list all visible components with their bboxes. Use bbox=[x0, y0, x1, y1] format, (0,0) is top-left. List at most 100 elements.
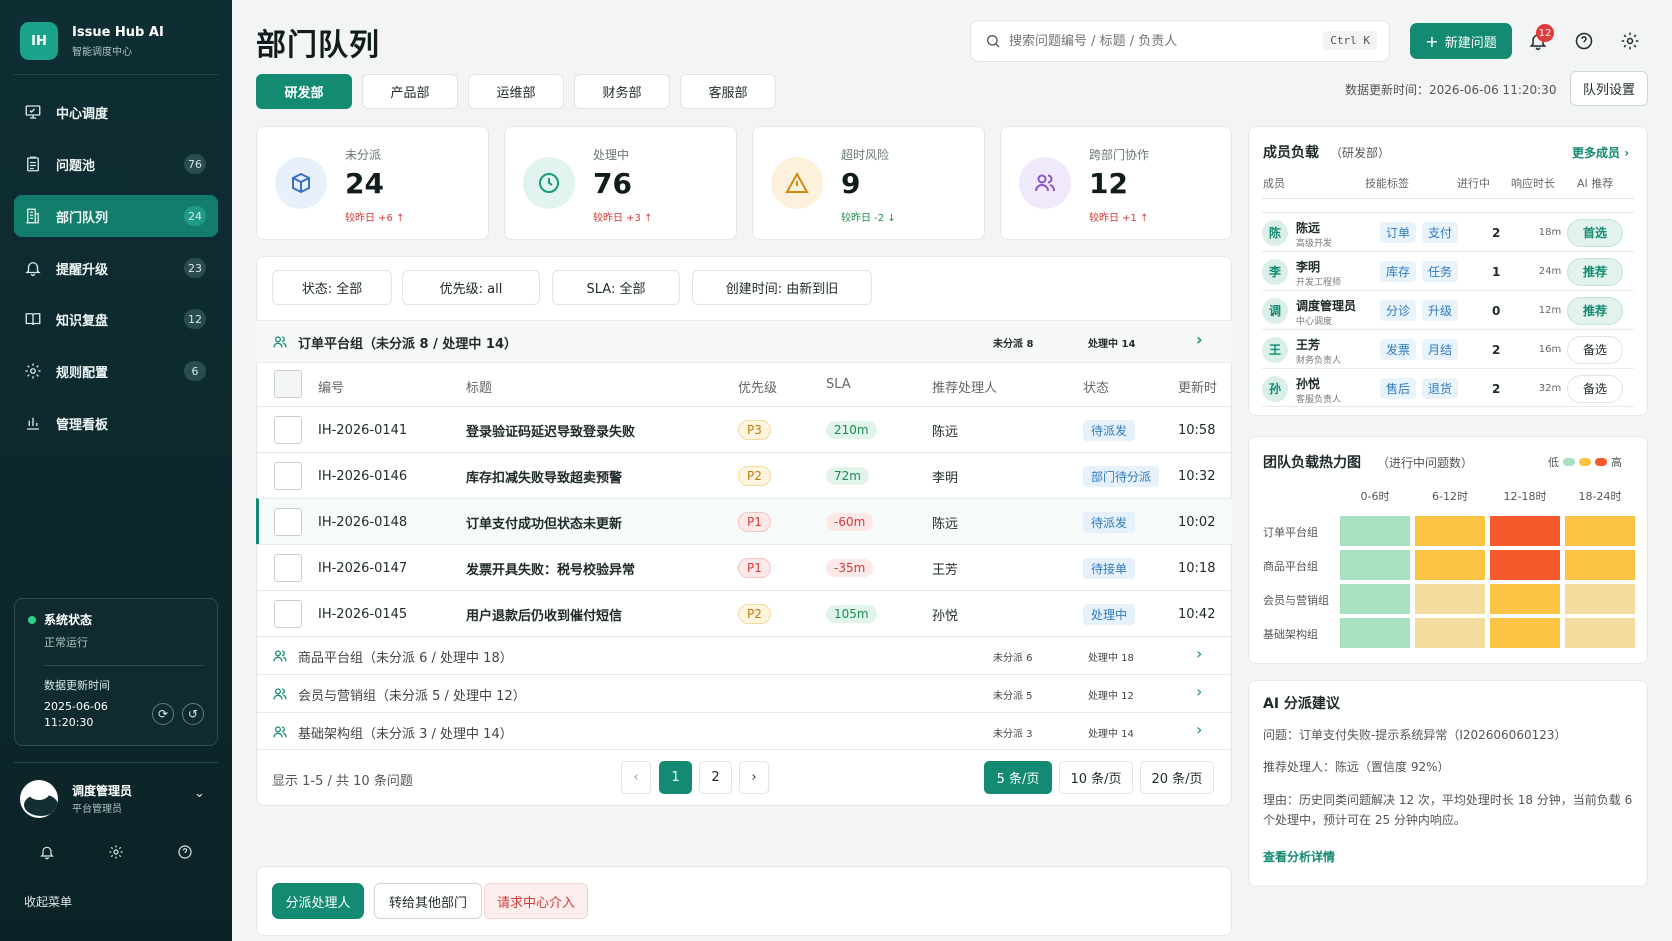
table-row[interactable]: IH-2026-0146 库存扣减失败导致超卖预警 P2 72m 李明 部门待分… bbox=[256, 452, 1232, 498]
refresh-icon[interactable]: ⟳ bbox=[152, 703, 174, 725]
issue-title[interactable]: 订单支付成功但状态未更新 bbox=[466, 499, 622, 545]
chevron-right-icon[interactable]: › bbox=[1196, 720, 1202, 739]
table-row-selected[interactable]: IH-2026-0148 订单支付成功但状态未更新 P1 -60m 陈远 待派发… bbox=[256, 498, 1232, 544]
heatmap-cell[interactable] bbox=[1340, 618, 1410, 648]
issue-title[interactable]: 库存扣减失败导致超卖预警 bbox=[466, 453, 622, 499]
chevron-right-icon[interactable]: › bbox=[1196, 682, 1202, 701]
settings-gear-icon[interactable] bbox=[1616, 27, 1644, 55]
heatmap-cell[interactable] bbox=[1415, 618, 1485, 648]
ai-recommend-button[interactable]: 备选 bbox=[1567, 374, 1623, 403]
group-header-infra[interactable]: 基础架构组（未分派 3 / 处理中 14） 未分派 3 处理中 14 › bbox=[256, 712, 1232, 750]
member-row[interactable]: 陈 陈远 高级开发 订单 支付 2 18m 首选 bbox=[1262, 212, 1634, 251]
page-button-active[interactable]: 1 bbox=[659, 761, 692, 794]
sidebar-item-center-dispatch[interactable]: 中心调度 bbox=[14, 91, 218, 133]
gear-icon[interactable] bbox=[102, 838, 130, 866]
brand-logo[interactable]: IH bbox=[20, 22, 58, 60]
sidebar-item-dept-queue[interactable]: 部门队列 24 bbox=[14, 195, 218, 237]
page-button[interactable]: 2 bbox=[699, 761, 732, 794]
issue-title[interactable]: 发票开具失败：税号校验异常 bbox=[466, 545, 635, 591]
ai-recommend-button[interactable]: 备选 bbox=[1567, 335, 1623, 364]
heatmap-cell[interactable] bbox=[1340, 550, 1410, 580]
filter-sla[interactable]: SLA: 全部 bbox=[552, 270, 680, 305]
column-header[interactable]: 状态 bbox=[1083, 377, 1109, 396]
bell-icon[interactable] bbox=[33, 838, 61, 866]
next-page-button[interactable]: › bbox=[739, 761, 769, 794]
issue-title[interactable]: 用户退款后仍收到催付短信 bbox=[466, 591, 622, 637]
row-checkbox[interactable] bbox=[274, 600, 302, 628]
heatmap-cell[interactable] bbox=[1415, 550, 1485, 580]
column-header[interactable]: 推荐处理人 bbox=[932, 377, 997, 396]
group-header-order-platform[interactable]: 订单平台组（未分派 8 / 处理中 14） 未分派 8 处理中 14 › bbox=[256, 320, 1232, 362]
stat-card-in-progress[interactable]: 处理中 76 较昨日 +3 ↑ bbox=[504, 126, 737, 240]
page-size-5[interactable]: 5 条/页 bbox=[984, 761, 1052, 794]
heatmap-cell[interactable] bbox=[1565, 550, 1635, 580]
sidebar-item-dashboard[interactable]: 管理看板 bbox=[14, 402, 218, 444]
stat-card-cross-dept[interactable]: 跨部门协作 12 较昨日 +1 ↑ bbox=[1000, 126, 1232, 240]
new-issue-button[interactable]: + 新建问题 bbox=[1410, 23, 1512, 59]
row-checkbox[interactable] bbox=[274, 416, 302, 444]
page-size-10[interactable]: 10 条/页 bbox=[1059, 761, 1133, 794]
prev-page-button[interactable]: ‹ bbox=[621, 761, 651, 794]
sidebar-item-rules[interactable]: 规则配置 6 bbox=[14, 350, 218, 392]
queue-settings-button[interactable]: 队列设置 bbox=[1570, 71, 1648, 106]
heatmap-cell[interactable] bbox=[1490, 618, 1560, 648]
table-row[interactable]: IH-2026-0147 发票开具失败：税号校验异常 P1 -35m 王芳 待接… bbox=[256, 544, 1232, 590]
heatmap-cell[interactable] bbox=[1565, 584, 1635, 614]
filter-priority[interactable]: 优先级: all bbox=[402, 270, 540, 305]
sidebar-item-issue-pool[interactable]: 问题池 76 bbox=[14, 143, 218, 185]
ai-recommend-button[interactable]: 推荐 bbox=[1567, 296, 1623, 325]
table-row[interactable]: IH-2026-0141 登录验证码延迟导致登录失败 P3 210m 陈远 待派… bbox=[256, 406, 1232, 452]
more-members-link[interactable]: 更多成员 › bbox=[1572, 144, 1629, 161]
view-analysis-link[interactable]: 查看分析详情 bbox=[1263, 848, 1335, 865]
search-input[interactable] bbox=[1009, 33, 1309, 49]
heatmap-cell[interactable] bbox=[1415, 584, 1485, 614]
heatmap-cell[interactable] bbox=[1490, 516, 1560, 546]
collapse-menu-button[interactable]: 收起菜单 bbox=[24, 893, 72, 910]
tab-rd[interactable]: 研发部 bbox=[256, 74, 352, 109]
assign-handler-button[interactable]: 分派处理人 bbox=[272, 883, 364, 919]
heatmap-cell[interactable] bbox=[1340, 516, 1410, 546]
help-icon[interactable] bbox=[1570, 27, 1598, 55]
select-all-checkbox[interactable] bbox=[274, 370, 302, 398]
ai-recommend-button[interactable]: 推荐 bbox=[1567, 257, 1623, 286]
row-checkbox[interactable] bbox=[274, 554, 302, 582]
stat-card-overdue-risk[interactable]: 超时风险 9 较昨日 -2 ↓ bbox=[752, 126, 985, 240]
column-header[interactable]: SLA bbox=[826, 377, 851, 392]
member-row[interactable]: 王 王芳 财务负责人 发票 月结 2 16m 备选 bbox=[1262, 329, 1634, 368]
row-checkbox[interactable] bbox=[274, 508, 302, 536]
stat-card-unassigned[interactable]: 未分派 24 较昨日 +6 ↑ bbox=[256, 126, 489, 240]
heatmap-cell[interactable] bbox=[1340, 584, 1410, 614]
help-icon[interactable] bbox=[171, 838, 199, 866]
column-header[interactable]: 优先级 bbox=[738, 377, 777, 396]
request-center-button[interactable]: 请求中心介入 bbox=[484, 883, 588, 919]
heatmap-cell[interactable] bbox=[1415, 516, 1485, 546]
history-icon[interactable]: ↺ bbox=[182, 703, 204, 725]
member-row[interactable]: 调 调度管理员 中心调度 分诊 升级 0 12m 推荐 bbox=[1262, 290, 1634, 329]
tab-finance[interactable]: 财务部 bbox=[574, 74, 670, 109]
filter-status[interactable]: 状态: 全部 bbox=[272, 270, 392, 305]
filter-created-time[interactable]: 创建时间: 由新到旧 bbox=[692, 270, 872, 305]
ai-recommend-button[interactable]: 首选 bbox=[1567, 218, 1623, 247]
chevron-right-icon[interactable]: › bbox=[1196, 644, 1202, 663]
group-header-membership[interactable]: 会员与营销组（未分派 5 / 处理中 12） 未分派 5 处理中 12 › bbox=[256, 674, 1232, 712]
row-checkbox[interactable] bbox=[274, 462, 302, 490]
chevron-right-icon[interactable]: › bbox=[1196, 330, 1203, 349]
member-row[interactable]: 李 李明 开发工程师 库存 任务 1 24m 推荐 bbox=[1262, 251, 1634, 290]
tab-product[interactable]: 产品部 bbox=[362, 74, 458, 109]
issue-title[interactable]: 登录验证码延迟导致登录失败 bbox=[466, 407, 635, 453]
member-row[interactable]: 孙 孙悦 客服负责人 售后 退货 2 32m 备选 bbox=[1262, 368, 1634, 407]
heatmap-cell[interactable] bbox=[1565, 618, 1635, 648]
search-bar[interactable]: Ctrl K bbox=[970, 20, 1390, 62]
column-header[interactable]: 标题 bbox=[466, 377, 492, 396]
sidebar-item-knowledge[interactable]: 知识复盘 12 bbox=[14, 298, 218, 340]
group-header-product-platform[interactable]: 商品平台组（未分派 6 / 处理中 18） 未分派 6 处理中 18 › bbox=[256, 636, 1232, 674]
avatar[interactable] bbox=[20, 780, 58, 818]
heatmap-cell[interactable] bbox=[1565, 516, 1635, 546]
chevron-down-icon[interactable]: ⌄ bbox=[194, 786, 205, 801]
heatmap-cell[interactable] bbox=[1490, 550, 1560, 580]
tab-ops[interactable]: 运维部 bbox=[468, 74, 564, 109]
tab-service[interactable]: 客服部 bbox=[680, 74, 776, 109]
table-row[interactable]: IH-2026-0145 用户退款后仍收到催付短信 P2 105m 孙悦 处理中… bbox=[256, 590, 1232, 636]
column-header[interactable]: 更新时 bbox=[1178, 377, 1232, 396]
column-header[interactable]: 编号 bbox=[318, 377, 344, 396]
